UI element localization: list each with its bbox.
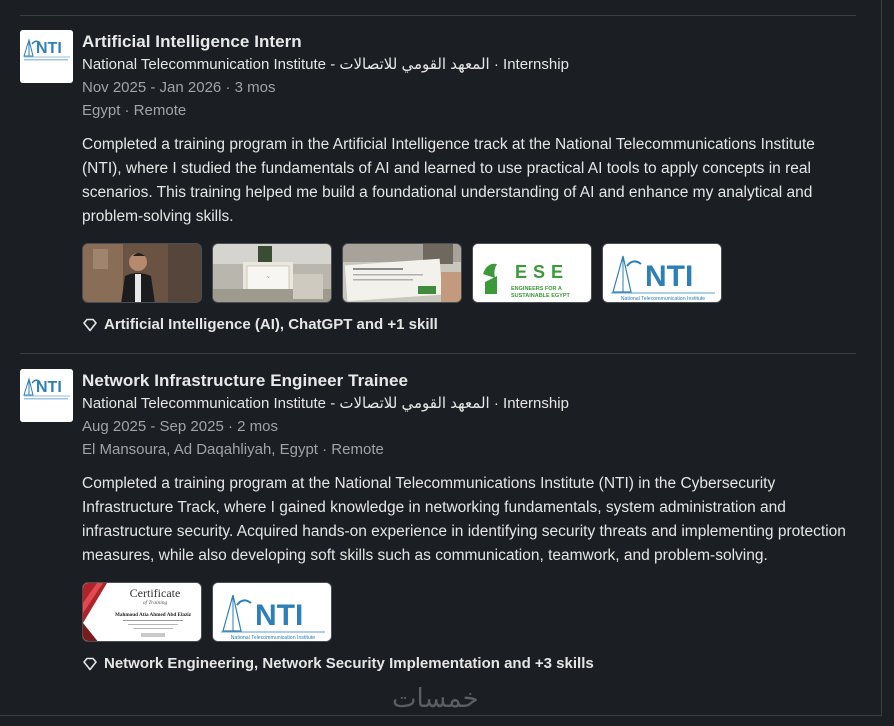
experience-details: Artificial Intelligence Intern National …: [82, 30, 862, 335]
company-name: National Telecommunication Institute - ا…: [82, 395, 569, 412]
page: NTI Artificial Intelligence Intern Natio…: [0, 0, 894, 726]
date-range: Aug 2025 - Sep 2025 · 2 mos: [82, 418, 278, 435]
svg-text:Certificate: Certificate: [130, 586, 181, 600]
svg-text:of Training: of Training: [143, 599, 168, 606]
experience-section: NTI Artificial Intelligence Intern Natio…: [0, 0, 882, 716]
entry-divider: [20, 353, 856, 354]
svg-text:ENGINEERS FOR A: ENGINEERS FOR A: [511, 286, 562, 292]
svg-text:NTI: NTI: [645, 260, 693, 293]
media-gallery: ~ ESE ENGINEERS FOR A SUSTAINABLE EGYPT …: [82, 243, 862, 303]
svg-text:NTI: NTI: [36, 40, 62, 57]
media-gallery: Certificate of Training Mahmoud Atia Ahm…: [82, 582, 862, 642]
svg-text:National Telecommunication Ins: National Telecommunication Institute: [231, 635, 316, 641]
top-divider: [20, 15, 856, 16]
media-thumbnail-photo-certificate[interactable]: ~: [212, 243, 332, 303]
media-thumbnail-photo-certificate-hand[interactable]: [342, 243, 462, 303]
media-thumbnail-certificate[interactable]: Certificate of Training Mahmoud Atia Ahm…: [82, 582, 202, 642]
skills-text: Artificial Intelligence (AI), ChatGPT an…: [104, 316, 438, 333]
svg-text:Mahmoud Atia Ahmed Abd Elaziz: Mahmoud Atia Ahmed Abd Elaziz: [115, 612, 192, 618]
location: El Mansoura, Ad Daqahliyah, Egypt · Remo…: [82, 441, 384, 458]
job-title[interactable]: Network Infrastructure Engineer Trainee: [82, 369, 862, 392]
media-thumbnail-photo-person[interactable]: [82, 243, 202, 303]
skills-text: Network Engineering, Network Security Im…: [104, 655, 594, 672]
description: Completed a training program in the Arti…: [82, 136, 815, 225]
svg-text:NTI: NTI: [255, 599, 303, 632]
skills-link[interactable]: Network Engineering, Network Security Im…: [82, 654, 862, 674]
svg-text:National Telecommunication Ins: National Telecommunication Institute: [621, 296, 706, 302]
date-range: Nov 2025 - Jan 2026 · 3 mos: [82, 79, 276, 96]
svg-text:NTI: NTI: [36, 379, 62, 396]
diamond-icon: [83, 657, 97, 671]
description: Completed a training program at the Nati…: [82, 475, 846, 564]
media-thumbnail-ese-logo[interactable]: ESE ENGINEERS FOR A SUSTAINABLE EGYPT: [472, 243, 592, 303]
media-thumbnail-nti-logo[interactable]: NTI National Telecommunication Institute: [602, 243, 722, 303]
company-logo[interactable]: NTI: [20, 30, 73, 83]
diamond-icon: [83, 318, 97, 332]
nti-logo-icon: NTI: [20, 30, 73, 83]
company-name: National Telecommunication Institute - ا…: [82, 56, 569, 73]
svg-text:SUSTAINABLE EGYPT: SUSTAINABLE EGYPT: [511, 293, 571, 299]
job-title[interactable]: Artificial Intelligence Intern: [82, 30, 862, 53]
company-logo[interactable]: NTI: [20, 369, 73, 422]
nti-logo-icon: NTI: [20, 369, 73, 422]
media-thumbnail-nti-logo[interactable]: NTI National Telecommunication Institute: [212, 582, 332, 642]
skills-link[interactable]: Artificial Intelligence (AI), ChatGPT an…: [82, 315, 862, 335]
watermark: خمسات: [392, 684, 479, 714]
location: Egypt · Remote: [82, 102, 187, 119]
svg-text:ESE: ESE: [515, 262, 569, 282]
svg-text:~: ~: [267, 275, 270, 281]
experience-details: Network Infrastructure Engineer Trainee …: [82, 369, 862, 674]
